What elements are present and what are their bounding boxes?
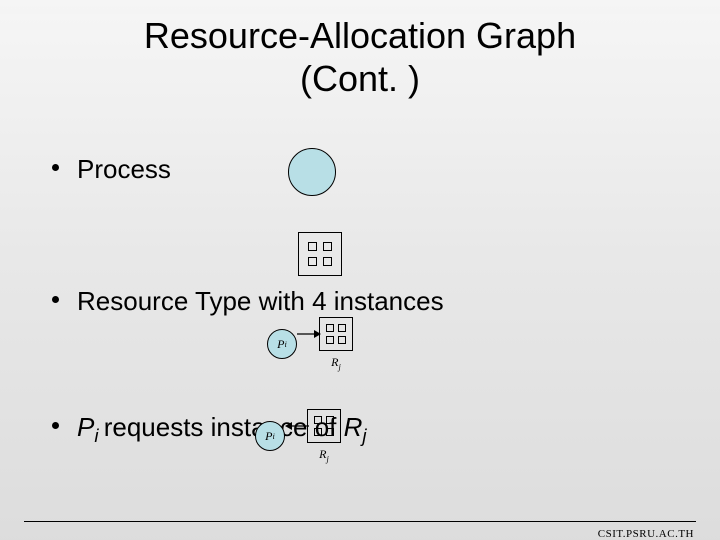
bullet-resource-type: Resource Type with 4 instances xyxy=(52,286,444,317)
process-pi-icon: Pi xyxy=(267,329,297,359)
instance-icon xyxy=(326,336,334,344)
pi-label-i: i xyxy=(273,432,275,441)
resource-rj-icon xyxy=(319,317,353,351)
bullet-resource-text: Resource Type with 4 instances xyxy=(77,286,444,317)
instance-icon xyxy=(314,416,322,424)
footer-text: CSIT.PSRU.AC.TH xyxy=(598,528,694,540)
instance-icon xyxy=(326,416,334,424)
slide-title: Resource-Allocation Graph (Cont. ) xyxy=(0,14,720,100)
instance-icon xyxy=(338,336,346,344)
rj-label: Rj xyxy=(319,355,353,371)
pi-label-i: i xyxy=(285,340,287,349)
bullet-dot-icon xyxy=(52,164,59,171)
title-line1: Resource-Allocation Graph xyxy=(144,15,576,56)
instance-icon xyxy=(326,428,334,436)
instance-icon xyxy=(326,324,334,332)
footer-divider xyxy=(24,521,696,522)
bullet-dot-icon xyxy=(52,422,59,429)
instance-icon xyxy=(323,257,332,266)
instance-icon xyxy=(314,428,322,436)
instance-icon xyxy=(308,257,317,266)
request-edge-diagram: Pi Rj xyxy=(267,317,353,371)
resource-rj-icon xyxy=(307,409,341,443)
rj-label: Rj xyxy=(307,447,341,463)
pi-label-p: P xyxy=(265,429,272,444)
instance-icon xyxy=(323,242,332,251)
process-circle-icon xyxy=(288,148,336,196)
bullet-process: Process xyxy=(52,154,171,185)
instance-icon xyxy=(338,324,346,332)
assignment-edge-diagram: Pi Rj xyxy=(255,409,341,463)
bullet-process-text: Process xyxy=(77,154,171,185)
process-pi-icon: Pi xyxy=(255,421,285,451)
pi-label-p: P xyxy=(277,337,284,352)
title-line2: (Cont. ) xyxy=(300,58,420,99)
instance-icon xyxy=(308,242,317,251)
resource-box-icon xyxy=(298,232,342,276)
bullet-dot-icon xyxy=(52,296,59,303)
slide: Resource-Allocation Graph (Cont. ) Proce… xyxy=(0,14,720,540)
instance-grid xyxy=(299,233,341,275)
